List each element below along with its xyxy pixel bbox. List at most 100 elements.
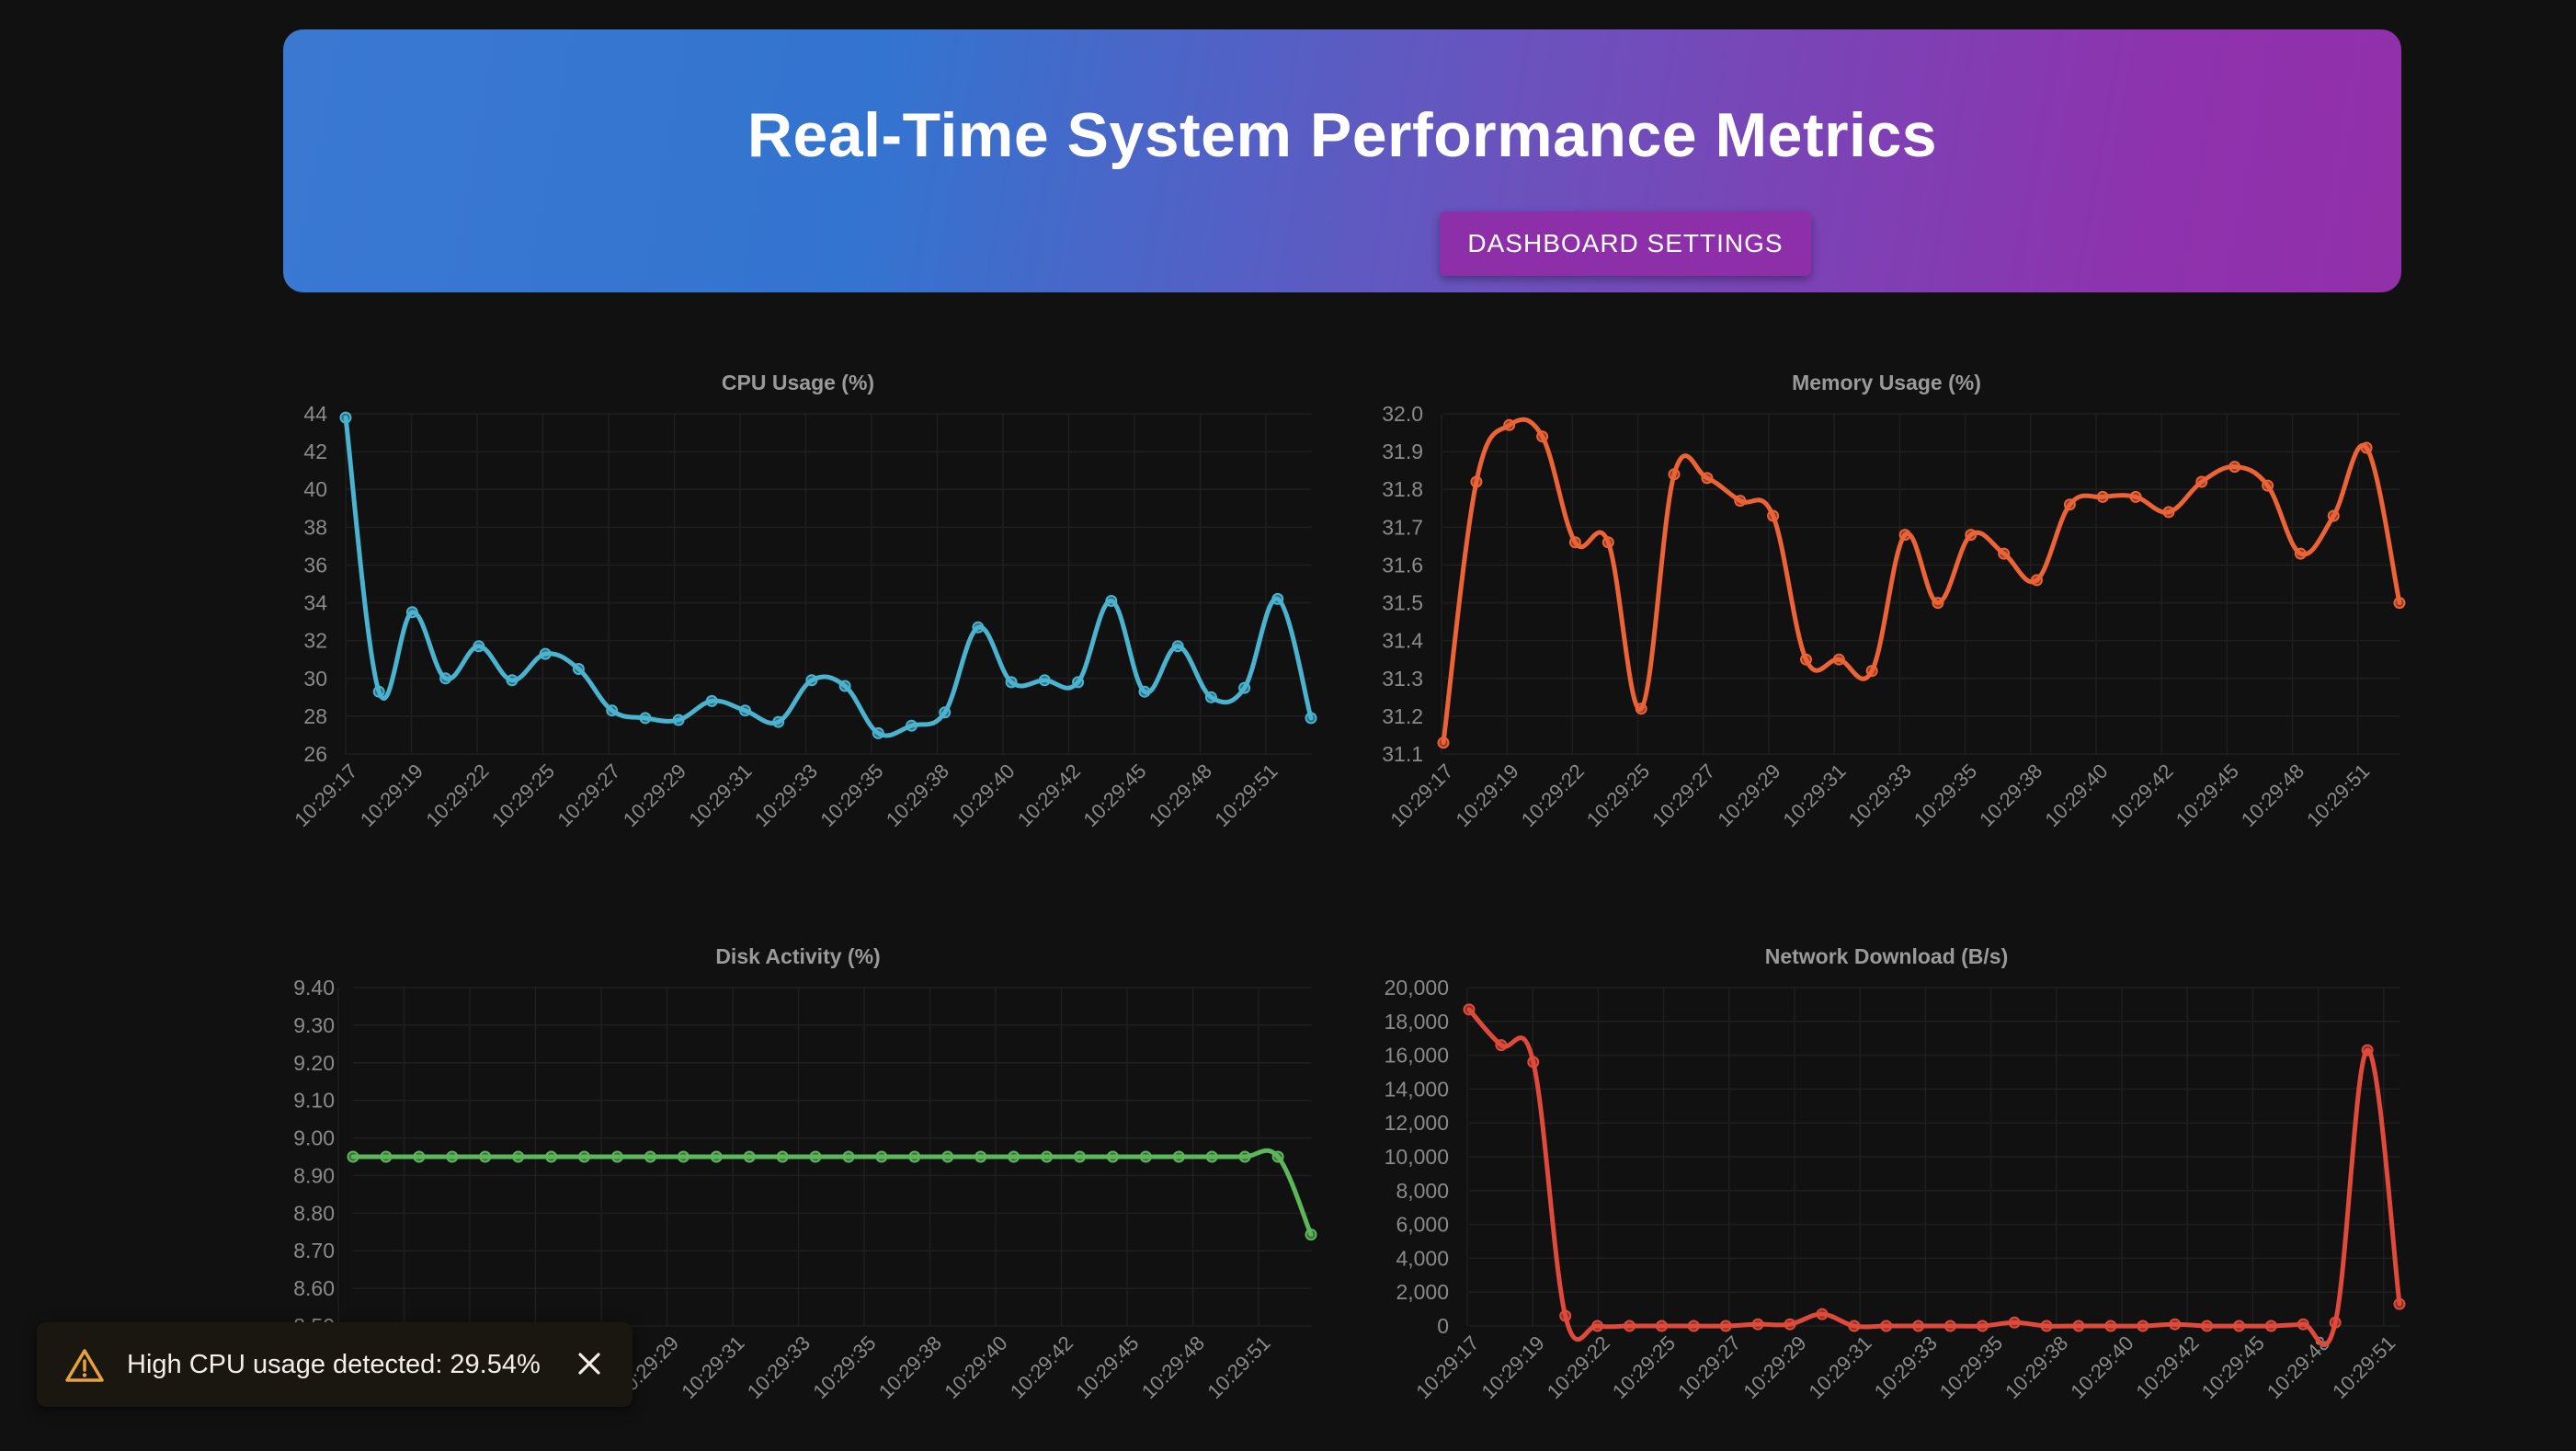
cpu-x-tick: 10:29:38 [882,760,953,831]
network-x-tick: 10:29:25 [1608,1331,1680,1403]
cpu-data-point [1271,592,1284,605]
memory-y-tick: 31.7 [1382,515,1423,539]
network-data-point [2169,1318,2182,1331]
cpu-data-point [606,704,619,717]
cpu-data-point [639,712,652,725]
network-data-point [1816,1308,1829,1320]
network-data-point [1527,1056,1540,1068]
network-x-tick: 10:29:19 [1477,1331,1549,1403]
cpu-x-tick: 10:29:35 [815,760,887,831]
memory-data-point [2327,509,2340,522]
network-data-point [2233,1320,2245,1332]
memory-data-point [1734,495,1747,508]
disk-chart-title: Disk Activity (%) [715,944,880,968]
memory-y-tick: 31.3 [1382,667,1423,691]
disk-data-point [1041,1150,1054,1163]
cpu-data-point [539,647,552,660]
network-data-point [1848,1320,1861,1332]
memory-chart: Memory Usage (%) 32.0 31.9 31.8 31.7 31.6 31.5… [1382,371,2406,831]
disk-data-point [578,1150,590,1163]
network-data-point [2201,1320,2214,1332]
cpu-y-tick: 32 [303,629,327,653]
disk-data-point [941,1150,954,1163]
disk-data-point [347,1150,359,1163]
cpu-data-point [1238,681,1251,694]
disk-data-point [545,1150,558,1163]
network-y-tick: 0 [1437,1314,1449,1338]
network-x-tick: 10:29:29 [1738,1331,1810,1403]
disk-data-point [380,1150,393,1163]
cpu-data-point [339,411,352,424]
disk-data-point [446,1150,459,1163]
cpu-data-point [1005,676,1018,689]
memory-x-tick: 10:29:40 [2040,760,2112,831]
memory-y-tick: 31.4 [1382,629,1423,653]
disk-x-tick: 10:29:51 [1203,1331,1274,1403]
memory-data-point [1668,468,1681,481]
cpu-y-tick: 38 [303,515,327,539]
network-x-tick: 10:29:33 [1870,1331,1942,1403]
disk-data-point [1238,1150,1251,1163]
cpu-x-tick: 10:29:22 [421,760,493,831]
memory-x-tick: 10:29:35 [1909,760,1981,831]
memory-data-point [1865,665,1878,678]
memory-data-point [1568,536,1581,549]
cpu-x-tick: 10:29:31 [684,760,756,831]
memory-x-tick: 10:29:51 [2302,760,2374,831]
network-x-tick: 10:29:45 [2197,1331,2269,1403]
disk-data-point [1271,1150,1284,1163]
cpu-y-tick: 36 [303,553,327,577]
disk-y-tick: 8.60 [293,1276,335,1300]
memory-data-point [1701,472,1714,485]
network-x-tick: 10:29:42 [2132,1331,2204,1403]
network-data-point [1624,1320,1636,1332]
memory-y-tick: 31.2 [1382,704,1423,728]
memory-data-point [2195,475,2208,488]
cpu-data-point [1105,595,1118,607]
disk-data-point [975,1150,987,1163]
network-chart-title: Network Download (B/s) [1765,944,2009,968]
network-data-point [2072,1320,2085,1332]
network-y-tick: 8,000 [1396,1179,1449,1203]
network-data-point [1751,1318,1764,1331]
cpu-data-point [838,680,851,692]
close-icon[interactable] [576,1350,603,1377]
disk-data-point [875,1150,888,1163]
network-data-point [1655,1320,1668,1332]
memory-data-point [2360,441,2373,454]
memory-data-point [1635,703,1647,715]
cpu-chart-title: CPU Usage (%) [722,371,874,394]
memory-y-tick: 31.8 [1382,477,1423,501]
cpu-data-point [972,621,985,634]
disk-data-point [1305,1228,1317,1241]
cpu-data-point [772,715,785,728]
network-data-point [2008,1316,2021,1329]
disk-data-point [1008,1150,1020,1163]
cpu-x-tick: 10:29:40 [947,760,1019,831]
cpu-y-tick: 44 [303,402,327,426]
disk-data-point [644,1150,656,1163]
memory-data-point [1965,529,1978,542]
memory-x-tick: 10:29:31 [1779,760,1851,831]
memory-x-tick: 10:29:33 [1844,760,1916,831]
memory-x-tick: 10:29:48 [2237,760,2308,831]
network-y-tick: 10,000 [1385,1145,1449,1169]
memory-data-point [1998,547,2011,560]
cpu-x-tick: 10:29:33 [750,760,822,831]
network-data-point [1687,1320,1700,1332]
network-x-tick: 10:29:40 [2066,1331,2137,1403]
cpu-data-point [1072,676,1085,689]
memory-data-point [2096,490,2109,503]
memory-y-tick: 31.1 [1382,742,1423,766]
memory-data-point [1470,475,1483,488]
network-x-tick: 10:29:27 [1673,1331,1745,1403]
network-y-tick: 20,000 [1385,976,1449,1000]
cpu-y-tick: 34 [303,591,327,615]
cpu-y-tick: 28 [303,704,327,728]
cpu-data-point [805,674,818,687]
cpu-data-point [705,694,718,707]
cpu-x-tick: 10:29:48 [1145,760,1216,831]
network-series-line [1466,1007,2402,1347]
memory-x-tick: 10:29:29 [1713,760,1784,831]
disk-data-point [1205,1150,1218,1163]
